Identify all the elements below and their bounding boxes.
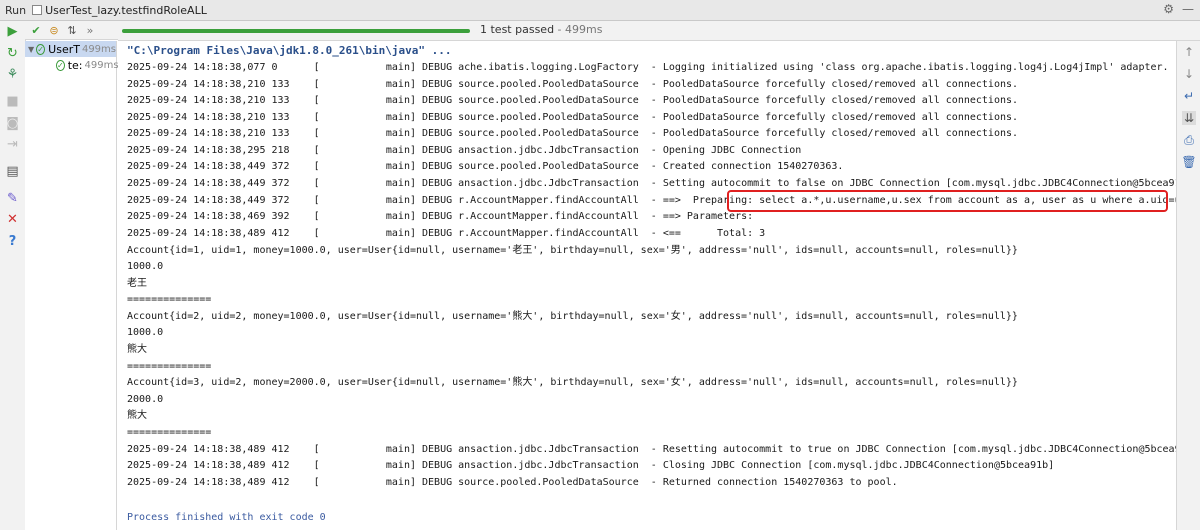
show-ignored-icon[interactable]: ⊜ <box>47 23 61 37</box>
console-line: 2025-09-24 14:18:38,210 133 [ main] DEBU… <box>127 112 1019 123</box>
toggle-auto-test-icon[interactable]: ⚘ <box>5 67 20 82</box>
console-line: 熊大 <box>127 344 147 355</box>
left-toolbar: ▶ ↻ ⚘ ■ ◙ ⇥ ▤ ✎ ✕ ? <box>0 21 26 530</box>
run-label: Run <box>5 3 27 17</box>
right-toolbar: ↑ ↓ ↵ ⇊ ⎙ 🗑 <box>1176 41 1200 530</box>
expand-more-icon[interactable]: » <box>83 23 97 37</box>
console-line: 老王 <box>127 278 147 289</box>
test-toolbar: ✔ ⊜ ⇅ » <box>25 21 118 40</box>
scroll-to-end-icon[interactable]: ⇊ <box>1182 111 1196 125</box>
sql-highlight-box <box>727 190 1168 212</box>
console-output[interactable]: "C:\Program Files\Java\jdk1.8.0_261\bin\… <box>118 41 1200 530</box>
console-line: 2025-09-24 14:18:38,295 218 [ main] DEBU… <box>127 145 802 156</box>
chevron-down-icon[interactable]: ▼ <box>28 45 34 54</box>
console-line: 1000.0 <box>127 327 164 338</box>
console-line: 2000.0 <box>127 394 164 405</box>
layout-icon[interactable]: ▤ <box>5 164 20 179</box>
console-line: 2025-09-24 14:18:38,210 133 [ main] DEBU… <box>127 128 1019 139</box>
run-icon[interactable]: ▶ <box>5 24 20 39</box>
console-line: 2025-09-24 14:18:38,489 412 [ main] DEBU… <box>127 460 1055 471</box>
stop-icon[interactable]: ■ <box>5 94 20 109</box>
console-line: 1000.0 <box>127 261 164 272</box>
minimize-icon[interactable]: — <box>1182 2 1194 16</box>
trash-icon[interactable]: 🗑 <box>1181 155 1196 169</box>
checkmark-icon[interactable]: ✔ <box>29 23 43 37</box>
camera-icon[interactable]: ◙ <box>5 116 20 131</box>
console-line: ============== <box>127 427 212 438</box>
tree-item-duration: 499ms <box>81 43 116 55</box>
console-line: 2025-09-24 14:18:38,449 372 [ main] DEBU… <box>127 161 844 172</box>
tree-item-label: te: <box>67 58 83 72</box>
help-icon[interactable]: ? <box>5 234 20 249</box>
console-line: ============== <box>127 361 212 372</box>
tree-item-suite[interactable]: ▼ ✓ UserT 499ms <box>25 41 116 57</box>
pin-icon[interactable]: ✎ <box>5 191 20 206</box>
gear-icon[interactable]: ⚙ <box>1163 2 1174 16</box>
tree-item-test[interactable]: ✓ te: 499ms <box>56 57 119 73</box>
tree-item-duration: 499ms <box>84 59 119 71</box>
console-line: 2025-09-24 14:18:38,210 133 [ main] DEBU… <box>127 79 1019 90</box>
run-config-tab[interactable]: UserTest_lazy.testfindRoleALL <box>45 4 207 17</box>
close-icon[interactable]: ✕ <box>5 212 20 227</box>
exit-message: Process finished with exit code 0 <box>127 512 326 523</box>
status-separator: - <box>554 23 566 36</box>
scroll-up-icon[interactable]: ↑ <box>1182 45 1196 59</box>
console-line: 2025-09-24 14:18:38,469 392 [ main] DEBU… <box>127 211 760 222</box>
console-line: 2025-09-24 14:18:38,489 412 [ main] DEBU… <box>127 477 898 488</box>
console-line: 2025-09-24 14:18:38,489 412 [ main] DEBU… <box>127 444 1199 455</box>
test-passed-icon: ✓ <box>56 59 65 71</box>
scroll-down-icon[interactable]: ↓ <box>1182 67 1196 81</box>
test-status-text: 1 test passed - 499ms <box>480 23 602 36</box>
console-line: 2025-09-24 14:18:38,077 0 [ main] DEBUG … <box>127 62 1169 73</box>
passed-text: 1 test passed <box>480 23 555 36</box>
run-config-icon <box>32 5 43 15</box>
tree-item-label: UserT <box>48 42 80 56</box>
rerun-failed-icon[interactable]: ↻ <box>5 46 20 61</box>
command-line: "C:\Program Files\Java\jdk1.8.0_261\bin\… <box>127 44 452 57</box>
run-tool-window-header: Run UserTest_lazy.testfindRoleALL ⚙ — <box>0 0 1200 21</box>
test-status-bar: 1 test passed - 499ms <box>118 21 1200 41</box>
sort-alpha-icon[interactable]: ⇅ <box>65 23 79 37</box>
status-duration: 499ms <box>565 23 603 36</box>
test-passed-icon: ✓ <box>36 43 46 55</box>
console-line: 2025-09-24 14:18:38,489 412 [ main] DEBU… <box>127 228 766 239</box>
console-line: 熊大 <box>127 410 147 421</box>
test-progress-bar <box>122 29 470 33</box>
soft-wrap-icon[interactable]: ↵ <box>1182 89 1196 103</box>
console-line: Account{id=3, uid=2, money=2000.0, user=… <box>127 377 1018 388</box>
console-line: ============== <box>127 294 212 305</box>
print-icon[interactable]: ⎙ <box>1182 133 1196 147</box>
exit-icon[interactable]: ⇥ <box>5 137 20 152</box>
console-line: Account{id=1, uid=1, money=1000.0, user=… <box>127 245 1018 256</box>
console-line: Account{id=2, uid=2, money=1000.0, user=… <box>127 311 1018 322</box>
console-line: 2025-09-24 14:18:38,210 133 [ main] DEBU… <box>127 95 1019 106</box>
test-tree: ▼ ✓ UserT 499ms ✓ te: 499ms <box>25 41 119 530</box>
